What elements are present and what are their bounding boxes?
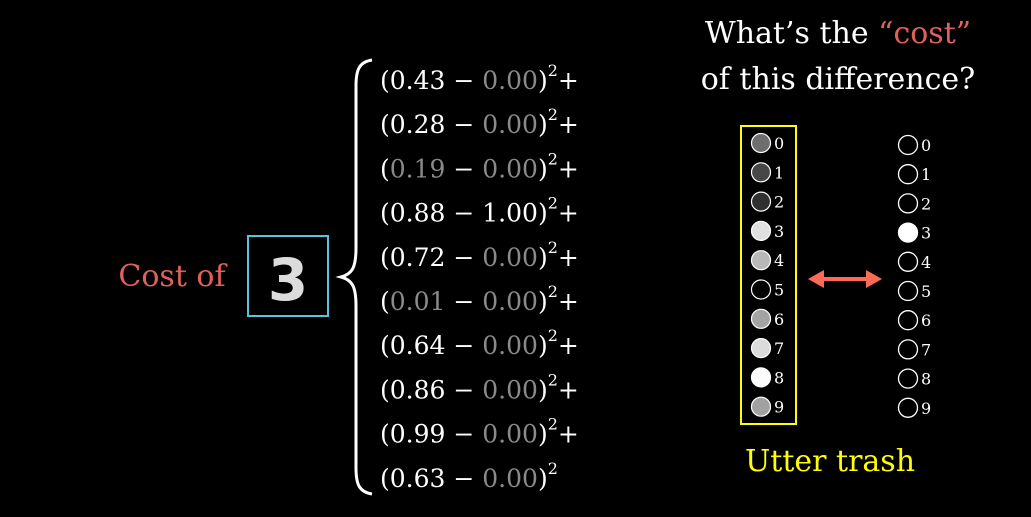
desired-neuron bbox=[897, 280, 919, 302]
handwritten-three-icon: 3 bbox=[268, 246, 308, 314]
output-neuron-label: 6 bbox=[774, 310, 784, 329]
double-arrow-icon bbox=[808, 270, 882, 288]
desired-neuron bbox=[897, 251, 919, 272]
desired-output-layer: 0 1 2 3 4 5 6 7 8 9 bbox=[897, 134, 931, 418]
network-output-layer: 0 1 2 3 4 5 6 7 8 9 bbox=[750, 132, 784, 417]
desired-neuron-label: 0 bbox=[921, 136, 931, 155]
output-neuron-label: 7 bbox=[774, 339, 784, 358]
output-neuron-label: 2 bbox=[774, 193, 784, 212]
desired-neuron-label: 1 bbox=[921, 165, 931, 184]
output-neuron bbox=[750, 279, 772, 300]
desired-neuron-label: 8 bbox=[921, 370, 931, 389]
question-line-1: What’s the “cost” bbox=[705, 16, 971, 51]
desired-neuron bbox=[897, 339, 919, 360]
output-neuron bbox=[750, 132, 772, 154]
question-line-2: of this difference? bbox=[701, 62, 976, 97]
cost-term-row: (0.86 − 0.00)2+ bbox=[380, 370, 579, 404]
utter-trash-label: Utter trash bbox=[745, 444, 915, 479]
output-neuron bbox=[750, 220, 772, 241]
question-text: What’s the bbox=[705, 16, 878, 51]
output-neuron-label: 0 bbox=[774, 134, 784, 153]
desired-neuron bbox=[897, 164, 919, 185]
output-neuron bbox=[750, 396, 772, 417]
cost-term-row: (0.99 − 0.00)2+ bbox=[380, 415, 579, 449]
digit-glyph: 3 bbox=[268, 246, 308, 314]
output-neuron-label: 3 bbox=[774, 222, 784, 241]
output-neuron bbox=[750, 162, 772, 183]
output-neuron-label: 9 bbox=[774, 398, 784, 417]
cost-term-row: (0.43 − 0.00)2+ bbox=[380, 61, 579, 95]
desired-neuron-label: 9 bbox=[921, 399, 931, 418]
cost-term-row: (0.01 − 0.00)2+ bbox=[380, 282, 579, 316]
desired-neuron-label: 2 bbox=[921, 194, 931, 213]
output-neuron-label: 1 bbox=[774, 163, 784, 182]
desired-neuron-label: 7 bbox=[921, 340, 931, 359]
output-neuron bbox=[750, 367, 772, 388]
squared-difference-terms: (0.43 − 0.00)2+ (0.28 − 0.00)2+ (0.19 − 0.… bbox=[380, 61, 579, 493]
desired-neuron-label: 3 bbox=[921, 224, 931, 243]
desired-neuron bbox=[897, 222, 919, 243]
output-neuron bbox=[750, 308, 772, 329]
desired-neuron-label: 5 bbox=[921, 282, 931, 301]
cost-term-row: (0.19 − 0.00)2+ bbox=[380, 149, 579, 183]
desired-neuron bbox=[897, 193, 919, 214]
output-neuron-label: 5 bbox=[774, 281, 784, 300]
desired-neuron-label: 4 bbox=[921, 253, 931, 272]
output-neuron bbox=[750, 250, 772, 271]
cost-term-row: (0.88 − 1.00)2+ bbox=[380, 194, 579, 228]
cost-term-row: (0.63 − 0.00)2 bbox=[380, 459, 558, 493]
desired-neuron bbox=[897, 134, 919, 156]
desired-neuron bbox=[897, 310, 919, 331]
output-neuron-label: 4 bbox=[774, 251, 784, 270]
cost-term-row: (0.28 − 0.00)2+ bbox=[380, 105, 579, 139]
desired-neuron bbox=[897, 397, 919, 418]
desired-neuron bbox=[897, 368, 919, 389]
desired-neuron-label: 6 bbox=[921, 311, 931, 330]
cost-term-row: (0.72 − 0.00)2+ bbox=[380, 238, 579, 272]
output-neuron bbox=[750, 338, 772, 359]
output-neuron-label: 8 bbox=[774, 368, 784, 387]
cost-term-row: (0.64 − 0.00)2+ bbox=[380, 326, 579, 360]
left-curly-brace bbox=[335, 58, 373, 496]
cost-highlight: “cost” bbox=[878, 16, 971, 51]
cost-diagram: What’s the “cost” of this difference? Co… bbox=[118, 16, 976, 496]
cost-of-label: Cost of bbox=[118, 259, 227, 294]
output-neuron bbox=[750, 191, 772, 212]
